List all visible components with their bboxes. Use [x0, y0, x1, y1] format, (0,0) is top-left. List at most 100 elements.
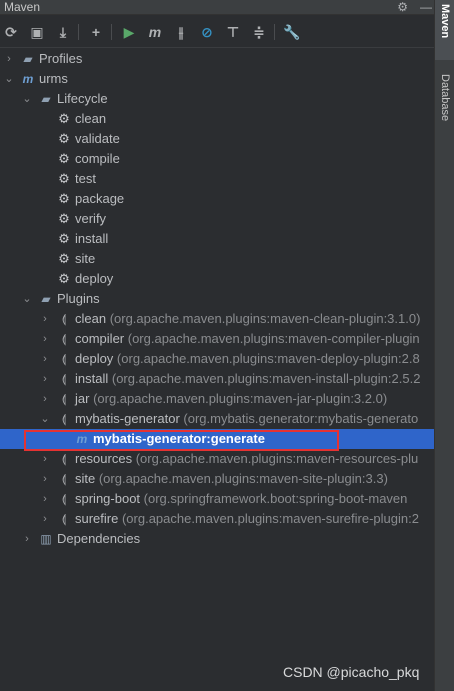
tree-row-name: compile [75, 151, 120, 166]
tree-row-name: mybatis-generator [75, 411, 180, 426]
chevron-down-icon[interactable]: ⌄ [39, 409, 51, 429]
minimize-icon[interactable]: — [420, 0, 432, 14]
chevron-right-icon[interactable]: › [21, 529, 33, 549]
tree-row[interactable]: › ⟬ surefire (org.apache.maven.plugins:mav… [0, 509, 434, 529]
tree-row[interactable]: ⚙ clean [0, 109, 434, 129]
plus-icon[interactable]: + [85, 21, 107, 43]
tree-row-name: validate [75, 131, 120, 146]
tree-row-label: install [75, 229, 108, 249]
tree-row[interactable]: › ⟬ clean (org.apache.maven.plugins:maven-… [0, 309, 434, 329]
chevron-right-icon[interactable]: › [39, 489, 51, 509]
tree-row-detail: (org.apache.maven.plugins:maven-clean-pl… [106, 311, 421, 326]
tree-row-name: install [75, 231, 109, 246]
maven-goal-icon[interactable]: m [144, 21, 166, 43]
plugin-icon: ⟬ [61, 492, 67, 506]
tree-row-name: test [75, 171, 96, 186]
toolbar-separator [111, 24, 112, 40]
tree-row[interactable]: › ⟬ spring-boot (org.springframework.boot:… [0, 489, 434, 509]
gear-icon: ⚙ [58, 111, 70, 126]
tree-row[interactable]: ⌄ ▰ Plugins [0, 289, 434, 309]
tree-row[interactable]: › ▥ Dependencies [0, 529, 434, 549]
tree-row-label: mybatis-generator (org.mybatis.generator… [75, 409, 418, 429]
tree-row-label: compile [75, 149, 120, 169]
tree-row[interactable]: ⚙ site [0, 249, 434, 269]
tree-row-label: site [75, 249, 95, 269]
tree-row-label: site (org.apache.maven.plugins:maven-sit… [75, 469, 388, 489]
highlight-box [24, 430, 339, 451]
tree-row-detail: (org.apache.maven.plugins:maven-install-… [108, 371, 421, 386]
wrench-icon[interactable]: 🔧 [281, 21, 303, 43]
tree-row[interactable]: ⚙ validate [0, 129, 434, 149]
tree-row[interactable]: ⌄ ⟬ mybatis-generator (org.mybatis.generat… [0, 409, 434, 429]
tree-row-name: site [75, 251, 96, 266]
folder-icon: ▰ [41, 92, 51, 106]
show-dependencies-icon[interactable]: ⊤ [222, 21, 244, 43]
maven-icon: m [22, 72, 34, 86]
maven-panel: Maven ⚙ — ⟳ ▣ ⤓ + ▶ m ⫲ ⊘ ⊤ ≑ 🔧 › ▰ Profil… [0, 0, 434, 691]
tree-row[interactable]: ⌄ ▰ Lifecycle [0, 89, 434, 109]
tree-row-name: verify [75, 211, 107, 226]
tree-row[interactable]: ⚙ install [0, 229, 434, 249]
plugin-icon: ⟬ [61, 332, 67, 346]
tree-row-name: package [75, 191, 125, 206]
skip-tests-icon[interactable]: ⊘ [196, 21, 218, 43]
dependencies-icon: ▥ [40, 532, 52, 546]
download-icon[interactable]: ⤓ [52, 21, 74, 43]
tree-row-detail: (org.mybatis.generator:mybatis-generato [179, 411, 419, 426]
gear-icon: ⚙ [58, 211, 70, 226]
tree-row-label: clean [75, 109, 106, 129]
tree-row[interactable]: › ▰ Profiles [0, 49, 434, 69]
tree-row[interactable]: ⚙ verify [0, 209, 434, 229]
tree-row-label: clean (org.apache.maven.plugins:maven-cl… [75, 309, 420, 329]
chevron-down-icon[interactable]: ⌄ [21, 89, 33, 109]
maven-tab[interactable]: Maven [435, 0, 454, 60]
chevron-right-icon[interactable]: › [3, 49, 15, 69]
tree-row[interactable]: › ⟬ resources (org.apache.maven.plugins:ma… [0, 449, 434, 469]
tree-row[interactable]: ⚙ package [0, 189, 434, 209]
add-folder-icon[interactable]: ▣ [26, 21, 48, 43]
chevron-right-icon[interactable]: › [39, 369, 51, 389]
tree-row-label: install (org.apache.maven.plugins:maven-… [75, 369, 420, 389]
tree-row-label: verify [75, 209, 106, 229]
gear-icon: ⚙ [58, 231, 70, 246]
tree-row[interactable]: ⌄ m urms [0, 69, 434, 89]
chevron-right-icon[interactable]: › [39, 309, 51, 329]
gear-icon[interactable]: ⚙ [397, 0, 408, 14]
tree-row-name: deploy [75, 271, 114, 286]
plugin-icon: ⟬ [61, 372, 67, 386]
tree-row-detail: (org.apache.maven.plugins:maven-compiler… [124, 331, 420, 346]
tree-row[interactable]: ⚙ compile [0, 149, 434, 169]
expand-all-icon[interactable]: ≑ [248, 21, 270, 43]
toggle-offline-icon[interactable]: ⫲ [170, 21, 192, 43]
title-bar: Maven ⚙ — [0, 0, 434, 15]
gear-icon: ⚙ [58, 151, 70, 166]
tree-row-name: surefire [75, 511, 119, 526]
tree-row-label: Lifecycle [57, 89, 108, 109]
tree-row[interactable]: › ⟬ install (org.apache.maven.plugins:mave… [0, 369, 434, 389]
chevron-right-icon[interactable]: › [39, 509, 51, 529]
tree-row-label: spring-boot (org.springframework.boot:sp… [75, 489, 407, 509]
chevron-right-icon[interactable]: › [39, 329, 51, 349]
panel-title: Maven [4, 0, 41, 14]
tree-row[interactable]: › ⟬ deploy (org.apache.maven.plugins:maven… [0, 349, 434, 369]
tree-row-name: spring-boot [75, 491, 141, 506]
chevron-right-icon[interactable]: › [39, 349, 51, 369]
reload-icon[interactable]: ⟳ [0, 21, 22, 43]
maven-tab-label: Maven [439, 4, 451, 39]
gear-icon: ⚙ [58, 171, 70, 186]
tree-row[interactable]: ⚙ deploy [0, 269, 434, 289]
tree-row[interactable]: › ⟬ compiler (org.apache.maven.plugins:mav… [0, 329, 434, 349]
chevron-down-icon[interactable]: ⌄ [3, 69, 15, 89]
maven-toolbar: ⟳ ▣ ⤓ + ▶ m ⫲ ⊘ ⊤ ≑ 🔧 [0, 16, 434, 48]
tree-row-detail: (org.apache.maven.plugins:maven-site-plu… [95, 471, 388, 486]
tree-row[interactable]: › ⟬ site (org.apache.maven.plugins:maven-s… [0, 469, 434, 489]
database-tab[interactable]: Database [435, 70, 454, 150]
run-icon[interactable]: ▶ [118, 21, 140, 43]
chevron-down-icon[interactable]: ⌄ [21, 289, 33, 309]
tree-row[interactable]: › ⟬ jar (org.apache.maven.plugins:maven-ja… [0, 389, 434, 409]
chevron-right-icon[interactable]: › [39, 389, 51, 409]
tree-row-detail: (org.apache.maven.plugins:maven-jar-plug… [89, 391, 388, 406]
tree-row[interactable]: ⚙ test [0, 169, 434, 189]
chevron-right-icon[interactable]: › [39, 469, 51, 489]
chevron-right-icon[interactable]: › [39, 449, 51, 469]
